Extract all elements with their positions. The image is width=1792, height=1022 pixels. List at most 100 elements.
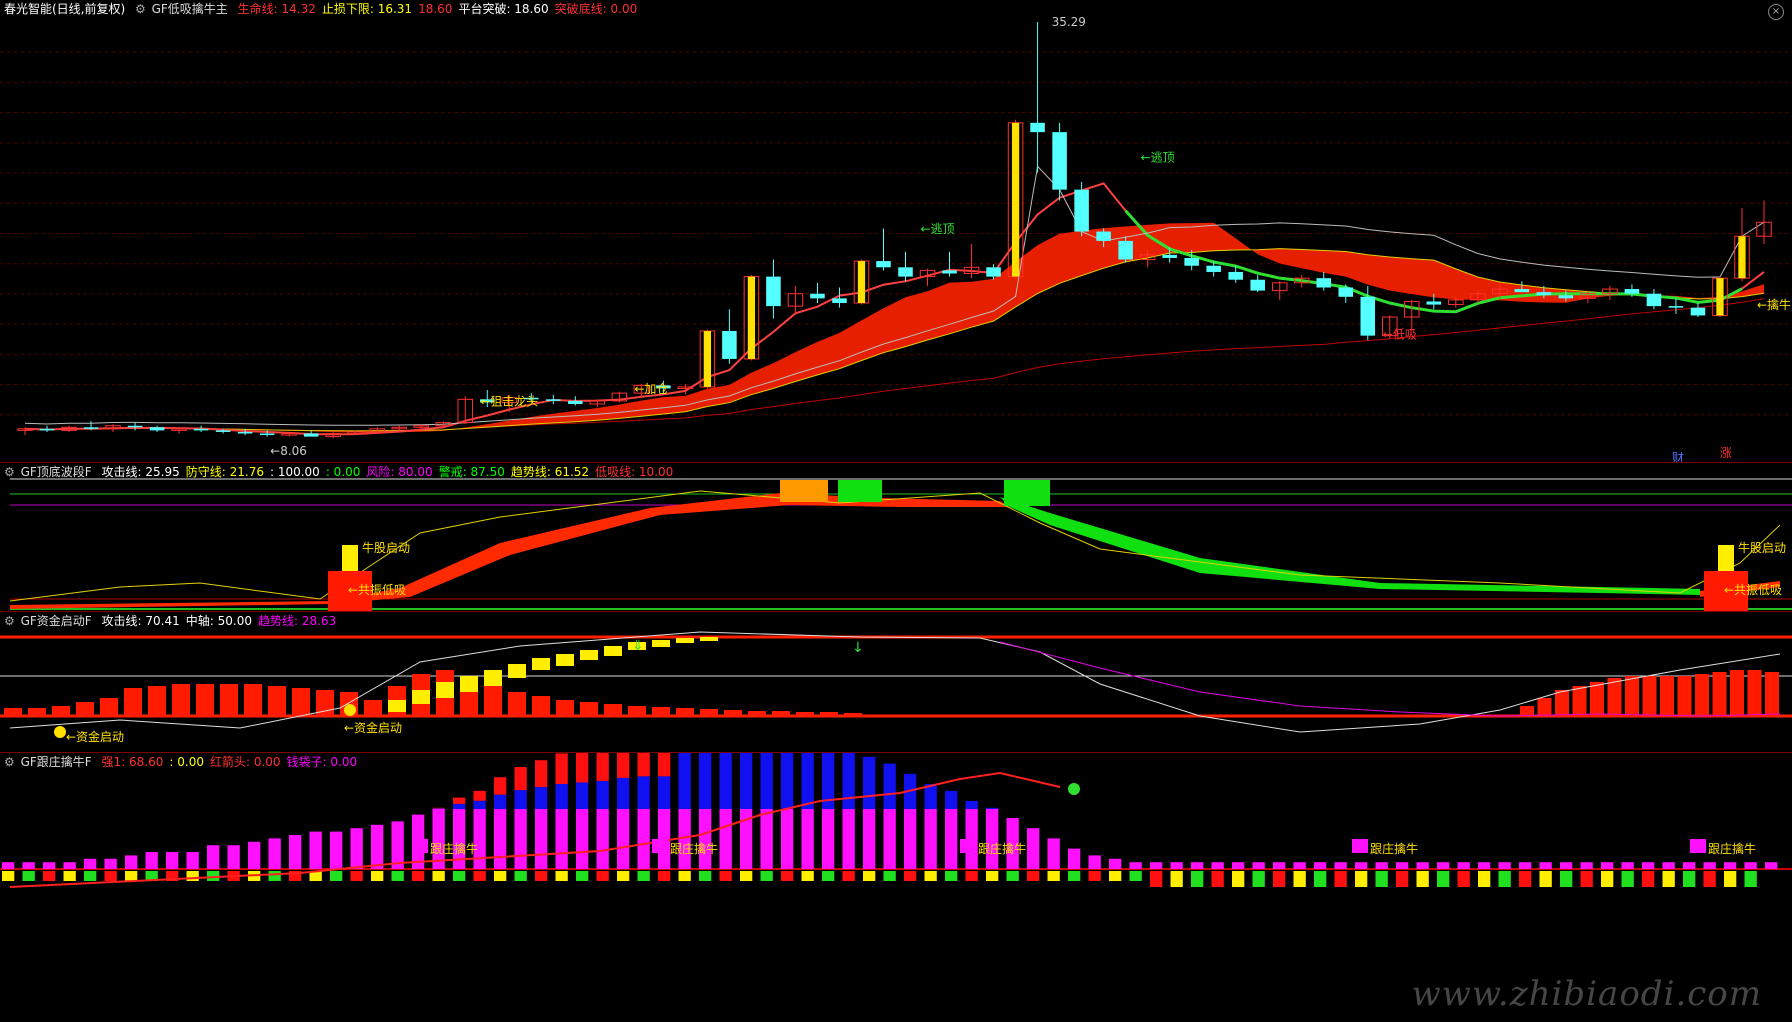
capital-bar-yellow — [604, 646, 622, 656]
dealer-bar-blue — [801, 753, 814, 809]
top-block — [780, 480, 828, 502]
bottom-bar — [617, 871, 630, 881]
annotation-label: ←共振低吸 — [348, 583, 406, 597]
dealer-bar-blue — [719, 753, 732, 809]
dealer-bar-red — [658, 753, 671, 777]
badge-icon — [1352, 839, 1368, 853]
annotation-label: 跟庄擒牛 — [430, 841, 478, 856]
capital-bar — [364, 700, 382, 716]
dealer-bar-magenta — [1683, 862, 1696, 869]
dealer-bar-magenta — [535, 809, 548, 869]
candle-body — [1228, 271, 1243, 280]
dealer-bar-magenta — [1560, 862, 1573, 869]
capital-bar — [796, 712, 814, 716]
dealer-bar-blue — [453, 803, 466, 809]
dealer-bar-magenta — [186, 852, 199, 869]
candle-body — [149, 427, 165, 431]
capital-bar — [484, 682, 502, 716]
capital-bar — [1747, 670, 1762, 716]
candle-body — [898, 267, 913, 277]
dealer-bar-red — [596, 753, 609, 781]
bottom-bar — [699, 871, 712, 881]
capital-bar — [556, 700, 574, 716]
dealer-bar-blue — [781, 753, 794, 809]
bottom-bar — [924, 871, 937, 881]
capital-bar — [76, 702, 94, 716]
capital-bar — [676, 708, 694, 716]
candle-body — [303, 433, 319, 437]
finance-marker: 财 — [1672, 451, 1684, 462]
capital-bar-yellow — [580, 650, 598, 660]
bottom-bar — [535, 871, 548, 881]
capital-bar-yellow — [460, 676, 478, 692]
dealer-bar-magenta — [1232, 862, 1245, 869]
bottom-bar — [1662, 871, 1675, 887]
dealer-bar-magenta — [350, 828, 363, 869]
bottom-bar — [1621, 871, 1634, 887]
dealer-bar-red — [535, 760, 548, 788]
bottom-bar — [1703, 871, 1716, 887]
dealer-bar-magenta — [330, 831, 343, 869]
dealer-bar-magenta — [1355, 862, 1368, 869]
dealer-bar-magenta — [1027, 828, 1040, 869]
bottom-bar — [1109, 871, 1122, 881]
badge-icon — [960, 839, 976, 853]
annotation-label: 牛股启动 — [1738, 540, 1786, 555]
annotation-label: 跟庄擒牛 — [670, 841, 718, 856]
dealer-bar-magenta — [494, 809, 507, 869]
capital-bar — [1730, 670, 1744, 716]
capital-start-panel: ⚙ GF资金启动F 攻击线: 70.41 中轴: 50.00 趋势线: 28.63 … — [0, 612, 1792, 752]
capital-bar-yellow — [412, 690, 430, 704]
dealer-bar-magenta — [1519, 862, 1532, 869]
candle-body — [83, 427, 99, 429]
annotation-label: ←低吸 — [1383, 328, 1417, 342]
dealer-bar-magenta — [1457, 862, 1470, 869]
candle-body — [1338, 287, 1354, 297]
dealer-bar-magenta — [1765, 862, 1778, 869]
money-bag-icon — [54, 726, 66, 738]
dealer-bar-blue — [576, 782, 589, 809]
bottom-bar — [22, 871, 35, 881]
dealer-bar-magenta — [166, 852, 179, 869]
candle-body — [39, 428, 55, 431]
dealer-bar-magenta — [1601, 862, 1614, 869]
bottom-bar — [1355, 871, 1368, 887]
badge-icon — [1690, 839, 1706, 853]
bottom-bar — [596, 871, 609, 881]
dealer-bar-red — [617, 753, 630, 778]
candle-body — [1030, 122, 1045, 133]
dealer-bar-magenta — [268, 838, 281, 869]
bottom-bar — [1273, 871, 1286, 887]
dealer-bar-magenta — [1129, 862, 1142, 869]
capital-bar-yellow — [388, 700, 406, 712]
dealer-bar-red — [637, 753, 650, 777]
capital-bar — [652, 707, 670, 716]
watermark: www.zhibiaodi.com — [1411, 974, 1762, 1014]
candle-body — [568, 400, 583, 404]
dealer-bar-blue — [678, 753, 691, 809]
dealer-bar-red — [514, 767, 527, 791]
dealer-bar-magenta — [125, 855, 138, 869]
capital-bar — [1642, 676, 1657, 716]
candle-body — [1096, 231, 1111, 241]
bottom-bar — [658, 871, 671, 881]
dealer-bar-blue — [514, 790, 527, 809]
dealer-bar-blue — [617, 777, 630, 809]
candle-highlight — [1738, 236, 1746, 279]
dealer-bar-blue — [494, 794, 507, 809]
dealer-bar-magenta — [822, 809, 835, 869]
annotation-label: ←狙击龙头 — [480, 395, 538, 409]
rise-marker: 涨 — [1720, 445, 1732, 460]
candle-body — [810, 293, 825, 299]
dealer-bar-magenta — [596, 809, 609, 869]
capital-bar — [820, 712, 838, 716]
start-block — [1718, 545, 1734, 571]
dealer-bar-magenta — [1498, 862, 1511, 869]
bottom-bar — [1088, 871, 1101, 881]
bottom-bar — [1478, 871, 1491, 887]
dealer-bar-blue — [637, 776, 650, 809]
green-band — [1000, 497, 1700, 595]
bottom-bar — [1539, 871, 1552, 887]
bottom-bar — [678, 871, 691, 881]
candle-body — [766, 276, 781, 307]
